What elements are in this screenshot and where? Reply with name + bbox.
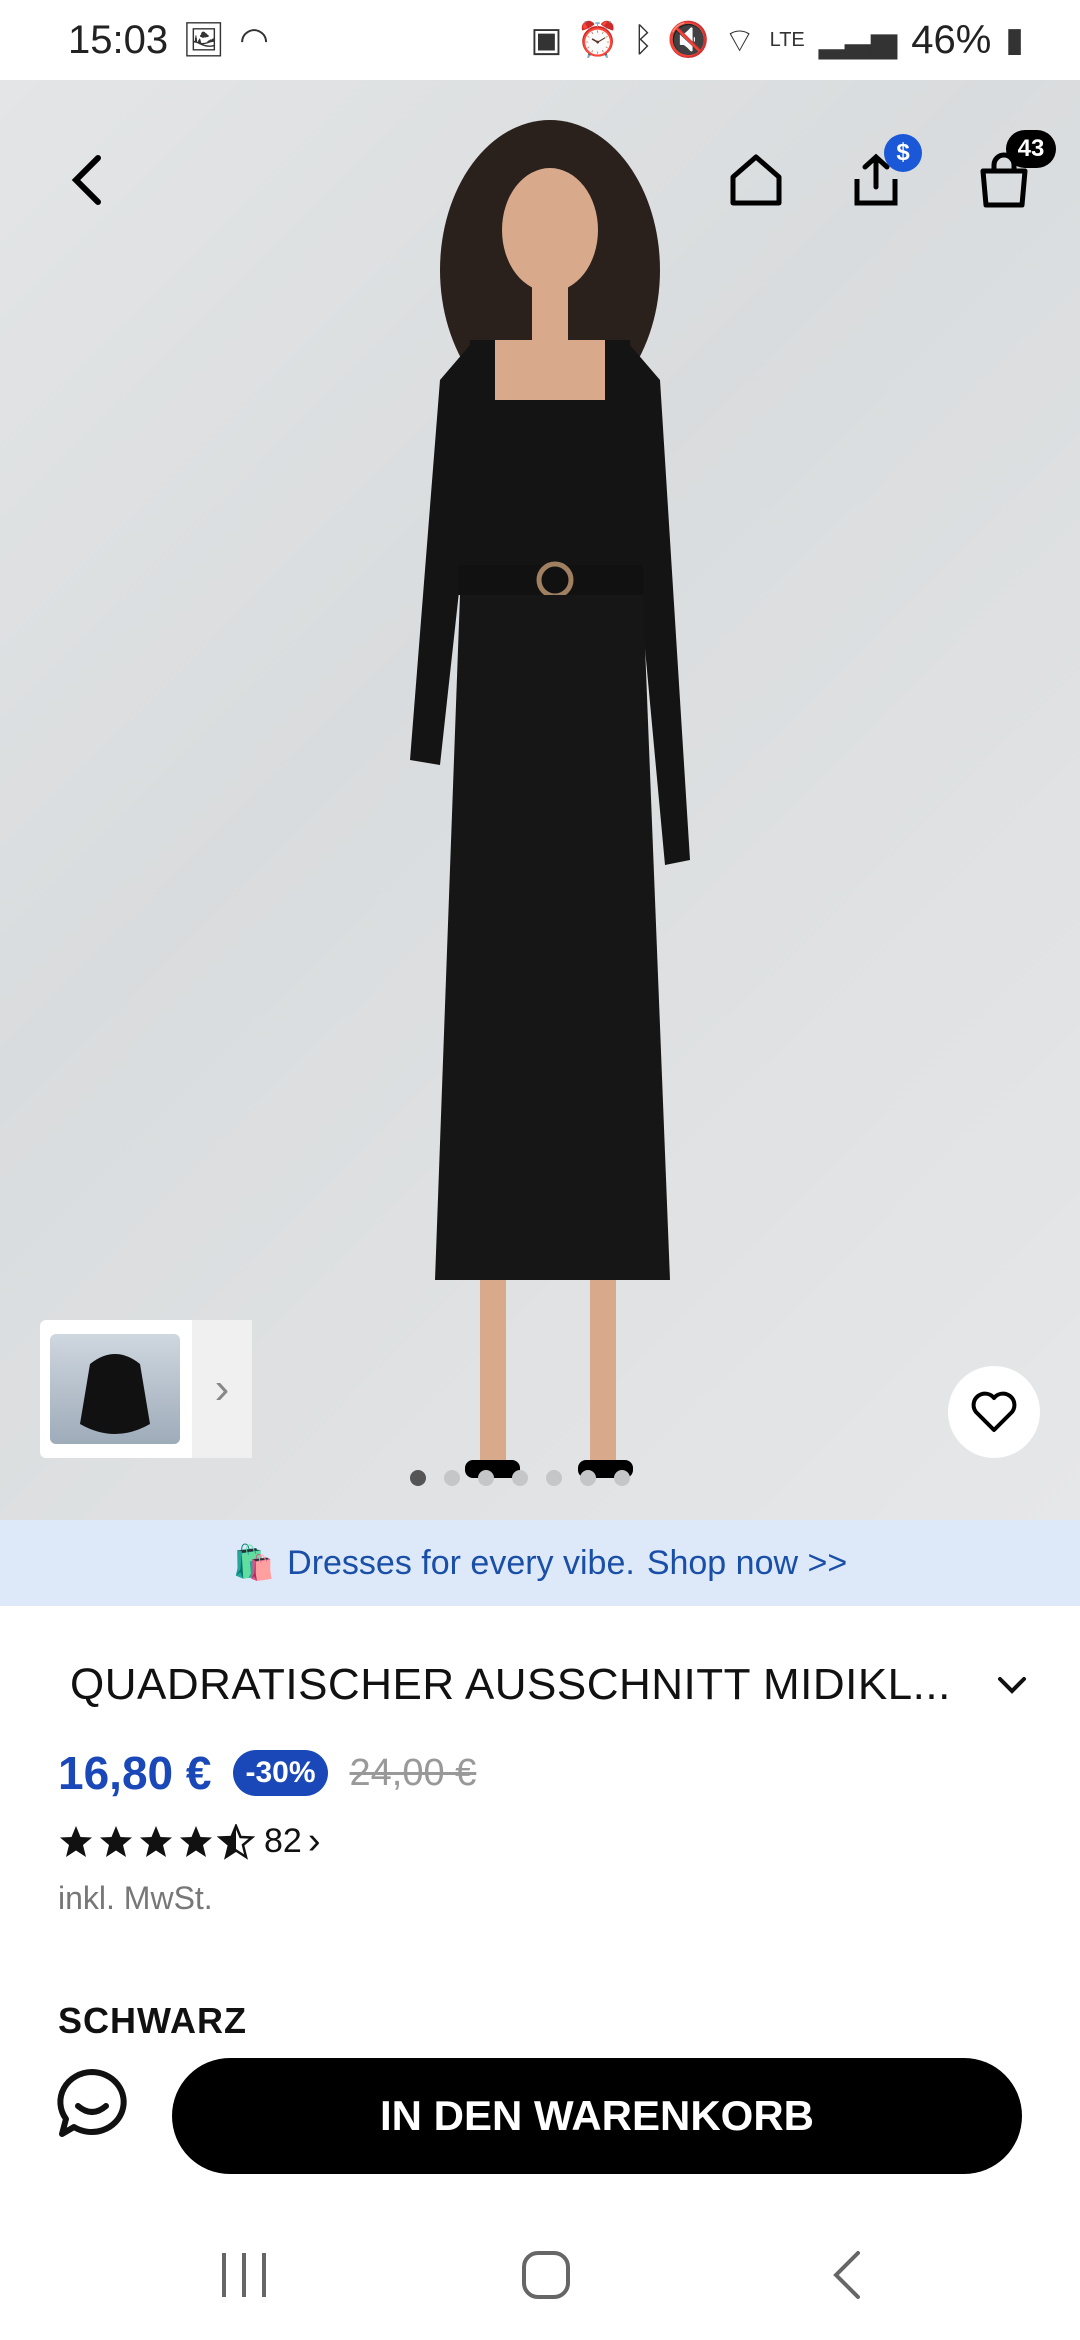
product-title: QUADRATISCHER AUSSCHNITT MIDIKL...	[70, 1660, 951, 1709]
cart-button[interactable]: 43	[964, 130, 1056, 220]
action-bar: IN DEN WARENKORB	[0, 2036, 1080, 2196]
back-icon	[833, 2251, 860, 2299]
related-product-thumbnail	[50, 1334, 180, 1444]
signal-icon: ▂▃▅	[818, 21, 898, 59]
status-time: 15:03	[68, 17, 169, 62]
battery-percent: 46%	[911, 17, 992, 62]
home-icon	[730, 154, 782, 206]
bluetooth-icon: ᛒ	[632, 20, 654, 59]
wifi-icon: ⌔	[723, 21, 756, 60]
rating-row[interactable]: 82 ›	[58, 1820, 320, 1863]
star-rating-icon	[60, 1823, 256, 1860]
pagination-dot[interactable]	[580, 1470, 596, 1486]
chevron-right-icon[interactable]: ›	[192, 1320, 252, 1458]
chat-button[interactable]	[52, 2064, 132, 2144]
home-nav-button[interactable]	[506, 2240, 586, 2310]
pagination-dot[interactable]	[546, 1470, 562, 1486]
chevron-right-icon: ›	[307, 1820, 321, 1862]
share-badge: $	[884, 134, 922, 172]
review-count: 82	[264, 1822, 302, 1860]
tax-note: inkl. MwSt.	[58, 1880, 213, 1916]
add-to-cart-button[interactable]: IN DEN WARENKORB	[172, 2058, 1022, 2174]
product-title-row[interactable]: QUADRATISCHER AUSSCHNITT MIDIKL...	[70, 1660, 1030, 1710]
gallery-pagination	[410, 1470, 630, 1486]
color-label: SCHWARZ	[58, 2000, 247, 2036]
system-navigation-bar	[0, 2200, 1080, 2340]
nfc-icon: ▣	[530, 21, 563, 59]
product-photo	[410, 120, 690, 1478]
pagination-dot[interactable]	[478, 1470, 494, 1486]
original-price: 24,00 €	[349, 1751, 477, 1794]
share-button[interactable]: $	[836, 134, 922, 220]
current-price: 16,80 €	[58, 1747, 212, 1799]
chevron-down-icon[interactable]	[994, 1673, 1030, 1697]
pagination-dot[interactable]	[444, 1470, 460, 1486]
wishlist-button[interactable]	[948, 1366, 1040, 1458]
product-image-gallery[interactable]: $ 43 ›	[0, 80, 1080, 1520]
promo-text: Dresses for every vibe.	[287, 1543, 635, 1582]
recents-icon	[222, 2253, 266, 2297]
mute-icon: 🔇	[667, 21, 710, 59]
status-bar: 15:03 🖼 ◠ ▣ ⏰ ᛒ 🔇 ⌔ LTE ▂▃▅ 46% ▮	[0, 0, 1080, 80]
recent-apps-button[interactable]	[204, 2240, 284, 2310]
pagination-dot[interactable]	[614, 1470, 630, 1486]
pagination-dot[interactable]	[512, 1470, 528, 1486]
back-nav-button[interactable]	[808, 2240, 888, 2310]
app-icon: ◠	[239, 21, 269, 59]
discount-badge: -30%	[233, 1750, 328, 1796]
alarm-icon: ⏰	[576, 21, 619, 59]
chat-bubble-icon	[57, 2069, 127, 2137]
home-circle-icon	[522, 2251, 570, 2299]
cart-count-badge: 43	[1006, 130, 1056, 168]
network-label: LTE	[769, 28, 805, 51]
gallery-icon: 🖼	[182, 21, 226, 59]
price-row: 16,80 € -30% 24,00 €	[58, 1746, 476, 1800]
pagination-dot[interactable]	[410, 1470, 426, 1486]
back-button[interactable]	[46, 140, 126, 220]
shopping-bags-icon: 🛍️	[232, 1544, 276, 1582]
battery-icon: ▮	[1005, 21, 1024, 59]
heart-icon	[971, 1391, 1017, 1432]
related-product-card[interactable]: ›	[40, 1320, 252, 1458]
home-button[interactable]	[716, 140, 796, 220]
chevron-left-icon	[71, 155, 101, 205]
promo-banner[interactable]: 🛍️ Dresses for every vibe. Shop now >>	[0, 1520, 1080, 1606]
promo-link[interactable]: Shop now >>	[647, 1544, 847, 1583]
